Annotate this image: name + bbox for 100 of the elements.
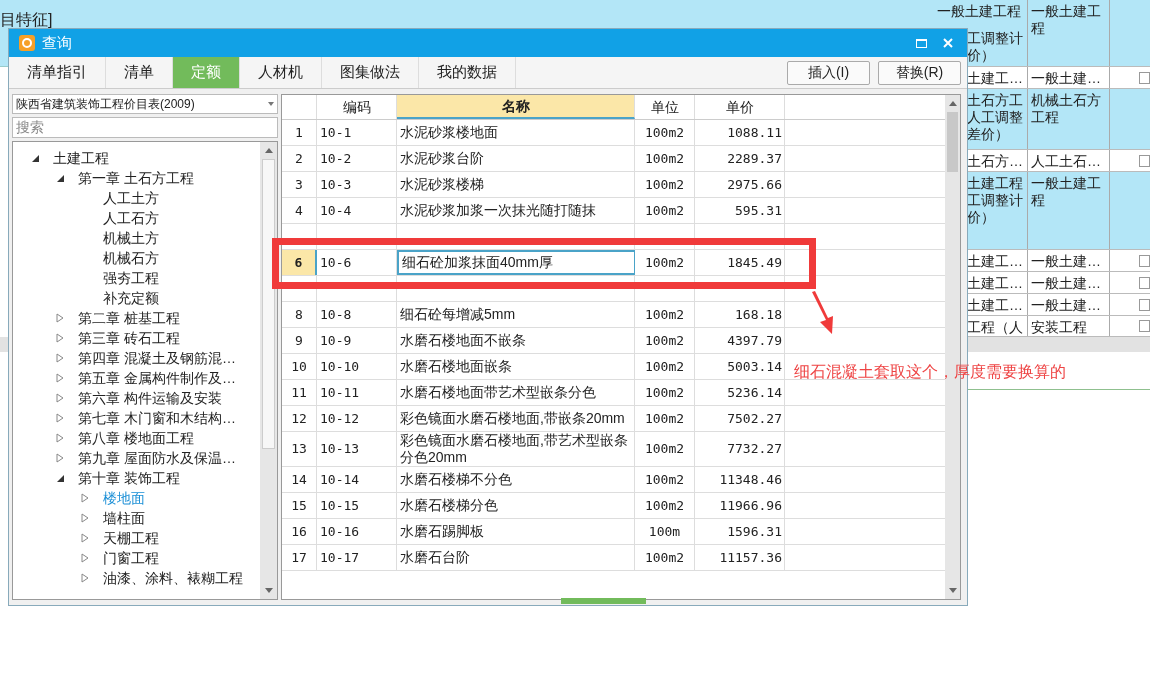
expanded-icon[interactable] (56, 474, 64, 482)
scroll-up-icon[interactable] (264, 148, 273, 153)
splitter-handle[interactable] (561, 598, 646, 604)
collapsed-icon[interactable] (81, 493, 89, 503)
table-cell: 10-17 (317, 545, 397, 570)
tree-item[interactable]: 土建工程 (53, 147, 109, 169)
tree-item[interactable]: 天棚工程 (103, 527, 159, 549)
row-number: 11 (282, 380, 317, 405)
search-field[interactable]: 搜索 (12, 117, 278, 138)
scroll-up-icon[interactable] (948, 101, 957, 106)
column-header[interactable]: 单位 (635, 95, 695, 119)
collapsed-icon[interactable] (56, 333, 64, 343)
table-cell: 4397.79 (695, 328, 785, 353)
row-number: 2 (282, 146, 317, 171)
table-cell: 10-12 (317, 406, 397, 431)
tab[interactable]: 清单指引 (9, 57, 106, 88)
scroll-thumb[interactable] (947, 112, 958, 172)
collapsed-icon[interactable] (81, 513, 89, 523)
tree-item[interactable]: 机械石方 (103, 247, 159, 269)
column-header[interactable]: 单价 (695, 95, 785, 119)
background-cell: 人工调整 (967, 109, 1023, 126)
tree-item[interactable]: 墙柱面 (103, 507, 145, 529)
action-button[interactable]: 替换(R) (878, 60, 961, 85)
collapsed-icon[interactable] (56, 373, 64, 383)
tree-item[interactable]: 第六章 构件运输及安装 (78, 387, 222, 409)
tree-item[interactable]: 第八章 楼地面工程 (78, 427, 194, 449)
tab[interactable]: 我的数据 (419, 57, 516, 88)
table-cell: 100m2 (635, 198, 695, 223)
scroll-down-icon[interactable] (948, 588, 957, 593)
checkbox[interactable] (1139, 298, 1150, 311)
table-cell: 10-9 (317, 328, 397, 353)
table-cell: 100m2 (635, 545, 695, 570)
scroll-down-icon[interactable] (264, 588, 273, 593)
background-cell: 价） (967, 209, 995, 226)
table-cell: 7502.27 (695, 406, 785, 431)
tree-item[interactable]: 第五章 金属构件制作及… (78, 367, 236, 389)
table-cell: 10-14 (317, 467, 397, 492)
table-cell: 10-8 (317, 302, 397, 327)
tab[interactable]: 人材机 (240, 57, 322, 88)
tree-item[interactable]: 人工土方 (103, 187, 159, 209)
collapsed-icon[interactable] (56, 313, 64, 323)
tree-item[interactable]: 补充定额 (103, 287, 159, 309)
background-cell: 差价） (967, 126, 1009, 143)
collapsed-icon[interactable] (56, 453, 64, 463)
collapsed-icon[interactable] (81, 533, 89, 543)
tree-item[interactable]: 机械土方 (103, 227, 159, 249)
expanded-icon[interactable] (31, 154, 39, 162)
tree-item[interactable]: 人工石方 (103, 207, 159, 229)
background-cell-text: 一般土建… (1030, 296, 1102, 314)
collapsed-icon[interactable] (81, 553, 89, 563)
library-select[interactable]: 陕西省建筑装饰工程价目表(2009) (12, 94, 278, 114)
row-number: 15 (282, 493, 317, 518)
table-cell: 水磨石楼梯不分色 (397, 467, 635, 492)
tree-item[interactable]: 第七章 木门窗和木结构… (78, 407, 236, 429)
tree-item[interactable]: 楼地面 (103, 487, 145, 509)
table-cell: 水磨石楼地面不嵌条 (397, 328, 635, 353)
row-number: 4 (282, 198, 317, 223)
annotation-arrow (810, 290, 836, 336)
tab[interactable]: 图集做法 (322, 57, 419, 88)
expanded-icon[interactable] (56, 174, 64, 182)
background-cell: 土建工… (967, 253, 1023, 270)
collapsed-icon[interactable] (56, 413, 64, 423)
collapsed-icon[interactable] (56, 353, 64, 363)
tree-item[interactable]: 第四章 混凝土及钢筋混… (78, 347, 236, 369)
row-number: 8 (282, 302, 317, 327)
scroll-thumb[interactable] (262, 159, 275, 449)
table-cell: 5003.14 (695, 354, 785, 379)
table-cell: 水磨石楼地面嵌条 (397, 354, 635, 379)
checkbox[interactable] (1139, 276, 1150, 289)
checkbox[interactable] (1139, 154, 1150, 167)
scrollbar[interactable] (260, 142, 277, 599)
checkbox[interactable] (1139, 254, 1150, 267)
tree-item[interactable]: 第九章 屋面防水及保温… (78, 447, 236, 469)
tree-item[interactable]: 门窗工程 (103, 547, 159, 569)
row-number: 6 (282, 250, 317, 275)
collapsed-icon[interactable] (56, 433, 64, 443)
row-number: 1 (282, 120, 317, 145)
close-icon[interactable] (943, 38, 953, 48)
tree-item[interactable]: 油漆、涂料、裱糊工程 (103, 567, 243, 589)
action-button[interactable]: 插入(I) (787, 60, 870, 85)
table-cell: 7732.27 (695, 432, 785, 466)
table-cell: 细石砼每增减5mm (397, 302, 635, 327)
collapsed-icon[interactable] (81, 573, 89, 583)
background-cell-text: 一般土建… (1030, 252, 1102, 270)
tree-item[interactable]: 第一章 土石方工程 (78, 167, 194, 189)
checkbox[interactable] (1139, 320, 1150, 332)
table-cell: 10-15 (317, 493, 397, 518)
tree-item[interactable]: 强夯工程 (103, 267, 159, 289)
column-header[interactable]: 名称 (397, 95, 635, 119)
table-cell: 168.18 (695, 302, 785, 327)
collapsed-icon[interactable] (56, 393, 64, 403)
checkbox[interactable] (1139, 71, 1150, 84)
table-cell: 100m2 (635, 493, 695, 518)
table-cell: 100m2 (635, 354, 695, 379)
tree-item[interactable]: 第十章 装饰工程 (78, 467, 180, 489)
tree-item[interactable]: 第二章 桩基工程 (78, 307, 180, 329)
maximize-icon[interactable] (916, 38, 927, 48)
tree-item[interactable]: 第三章 砖石工程 (78, 327, 180, 349)
table-cell: 100m2 (635, 432, 695, 466)
table-cell: 10-3 (317, 172, 397, 197)
